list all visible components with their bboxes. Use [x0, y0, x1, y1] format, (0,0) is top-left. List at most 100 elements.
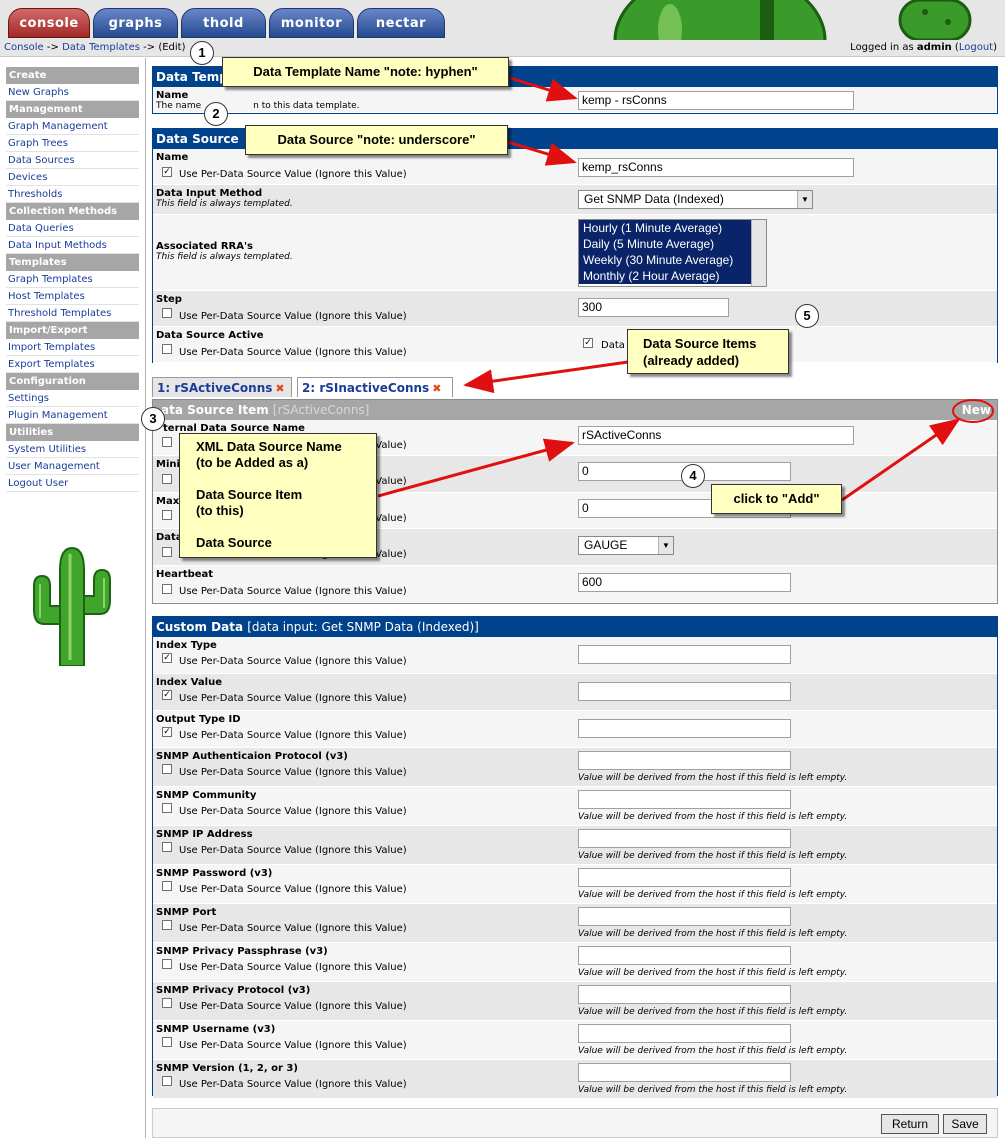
- cactus-banner-logo: [610, 0, 1005, 40]
- ds-type-checkbox[interactable]: [162, 547, 172, 557]
- sidebar-item-logout-user[interactable]: Logout User: [6, 475, 139, 492]
- tab-nectar[interactable]: nectar: [357, 8, 445, 38]
- sidebar-item-export-templates[interactable]: Export Templates: [6, 356, 139, 373]
- custom-field-input[interactable]: [578, 790, 791, 809]
- chevron-down-icon: ▼: [658, 537, 673, 554]
- custom-field-input[interactable]: [578, 985, 791, 1004]
- custom-field-checkbox[interactable]: [162, 1037, 172, 1047]
- custom-field-checkbox[interactable]: [162, 959, 172, 969]
- custom-field-checkbox[interactable]: [162, 920, 172, 930]
- custom-field-input[interactable]: [578, 719, 791, 738]
- custom-row-index-value: Index Value ✓ Use Per-Data Source Value (I…: [153, 674, 997, 711]
- sidebar-item-settings[interactable]: Settings: [6, 390, 139, 407]
- sidebar-item-graph-trees[interactable]: Graph Trees: [6, 135, 139, 152]
- rra-option[interactable]: Monthly (2 Hour Average): [579, 268, 751, 284]
- ds-input-method-select[interactable]: Get SNMP Data (Indexed) ▼: [578, 190, 813, 209]
- custom-row-snmp-port: SNMP Port Use Per-Data Source Value (Igno…: [153, 904, 997, 943]
- ds-step-input[interactable]: 300: [578, 298, 729, 317]
- ds-type-select[interactable]: GAUGE ▼: [578, 536, 674, 555]
- heartbeat-input[interactable]: 600: [578, 573, 791, 592]
- custom-field-checkbox[interactable]: [162, 803, 172, 813]
- custom-field-checkbox[interactable]: ✓: [162, 727, 172, 737]
- custom-field-checkbox[interactable]: [162, 764, 172, 774]
- custom-field-input[interactable]: [578, 907, 791, 926]
- custom-field-input[interactable]: [578, 751, 791, 770]
- custom-field-checkbox[interactable]: ✓: [162, 690, 172, 700]
- custom-row-output-type-id: Output Type ID ✓ Use Per-Data Source Value…: [153, 711, 997, 748]
- custom-field-input[interactable]: [578, 829, 791, 848]
- custom-row-snmp-privacy-passphrase-v3: SNMP Privacy Passphrase (v3) Use Per-Data…: [153, 943, 997, 982]
- sidebar-item-import-templates[interactable]: Import Templates: [6, 339, 139, 356]
- custom-field-input[interactable]: [578, 1063, 791, 1082]
- rra-option[interactable]: Hourly (1 Minute Average): [579, 220, 751, 236]
- ds-active-checkbox[interactable]: [162, 344, 172, 354]
- tab-console[interactable]: console: [8, 8, 90, 38]
- custom-field-label: Output Type ID: [156, 714, 241, 725]
- ds-item-tab-2[interactable]: 2: rSInactiveConns ✖: [297, 377, 453, 397]
- breadcrumb-console-link[interactable]: Console: [4, 42, 44, 53]
- logout-paren: (: [951, 42, 959, 53]
- custom-field-input[interactable]: [578, 868, 791, 887]
- sidebar-item-graph-templates[interactable]: Graph Templates: [6, 271, 139, 288]
- custom-field-input[interactable]: [578, 645, 791, 664]
- ds-item-tab-1[interactable]: 1: rSActiveConns ✖: [152, 377, 292, 397]
- tab-monitor[interactable]: monitor: [269, 8, 354, 38]
- tab-graphs[interactable]: graphs: [93, 8, 178, 38]
- heartbeat-checkbox[interactable]: [162, 584, 172, 594]
- custom-row-snmp-authenticaion-protocol-v3: SNMP Authenticaion Protocol (v3) Use Per-…: [153, 748, 997, 787]
- delete-icon[interactable]: ✖: [275, 382, 284, 395]
- custom-field-input[interactable]: [578, 682, 791, 701]
- custom-field-input[interactable]: [578, 946, 791, 965]
- ds-name-checkbox[interactable]: ✓: [162, 167, 172, 177]
- ds-active-value-checkbox[interactable]: ✓: [583, 338, 593, 348]
- sidebar-item-thresholds[interactable]: Thresholds: [6, 186, 139, 203]
- callout-xml-line4: (to this): [196, 503, 244, 518]
- custom-field-input[interactable]: [578, 1024, 791, 1043]
- callout-xml-line2: (to be Added as a): [196, 455, 309, 470]
- sidebar-item-data-queries[interactable]: Data Queries: [6, 220, 139, 237]
- internal-name-checkbox[interactable]: [162, 437, 172, 447]
- internal-name-input[interactable]: rSActiveConns: [578, 426, 854, 445]
- per-ds-text: Use Per-Data Source Value (Ignore this V…: [179, 923, 407, 934]
- maximum-checkbox[interactable]: [162, 510, 172, 520]
- custom-field-checkbox[interactable]: ✓: [162, 653, 172, 663]
- custom-field-label: Index Value: [156, 677, 222, 688]
- sidebar-item-devices[interactable]: Devices: [6, 169, 139, 186]
- ds-item-header-sub: [rSActiveConns]: [272, 403, 370, 417]
- listbox-scrollbar[interactable]: [751, 220, 766, 286]
- rra-option[interactable]: Daily (5 Minute Average): [579, 236, 751, 252]
- sidebar-item-system-utilities[interactable]: System Utilities: [6, 441, 139, 458]
- custom-field-label: SNMP Authenticaion Protocol (v3): [156, 751, 348, 762]
- custom-field-checkbox[interactable]: [162, 1076, 172, 1086]
- rra-option[interactable]: Weekly (30 Minute Average): [579, 252, 751, 268]
- breadcrumb-separator: ->: [139, 42, 159, 53]
- delete-icon[interactable]: ✖: [432, 382, 441, 395]
- minimum-checkbox[interactable]: [162, 474, 172, 484]
- save-button[interactable]: Save: [943, 1114, 987, 1134]
- sidebar-item-data-sources[interactable]: Data Sources: [6, 152, 139, 169]
- ds-step-label: Step: [156, 294, 182, 305]
- ds-rra-label: Associated RRA's: [156, 241, 253, 252]
- logout-link[interactable]: Logout: [959, 42, 993, 53]
- sidebar-item-user-management[interactable]: User Management: [6, 458, 139, 475]
- sidebar-item-plugin-management[interactable]: Plugin Management: [6, 407, 139, 424]
- return-button[interactable]: Return: [881, 1114, 939, 1134]
- ds-rra-listbox[interactable]: Hourly (1 Minute Average) Daily (5 Minut…: [578, 219, 767, 287]
- sidebar-item-host-templates[interactable]: Host Templates: [6, 288, 139, 305]
- new-item-link[interactable]: New: [962, 400, 991, 420]
- breadcrumb-current: (Edit): [158, 42, 186, 53]
- custom-field-checkbox[interactable]: [162, 881, 172, 891]
- custom-row-snmp-ip-address: SNMP IP Address Use Per-Data Source Value…: [153, 826, 997, 865]
- template-name-input[interactable]: kemp - rsConns: [578, 91, 854, 110]
- custom-field-checkbox[interactable]: [162, 842, 172, 852]
- sidebar-item-new-graphs[interactable]: New Graphs: [6, 84, 139, 101]
- ds-step-checkbox[interactable]: [162, 308, 172, 318]
- sidebar-item-data-input-methods[interactable]: Data Input Methods: [6, 237, 139, 254]
- sidebar-item-graph-management[interactable]: Graph Management: [6, 118, 139, 135]
- ds-name-input[interactable]: kemp_rsConns: [578, 158, 854, 177]
- custom-row-snmp-community: SNMP Community Use Per-Data Source Value …: [153, 787, 997, 826]
- custom-field-checkbox[interactable]: [162, 998, 172, 1008]
- breadcrumb-data-templates-link[interactable]: Data Templates: [62, 42, 140, 53]
- sidebar-item-threshold-templates[interactable]: Threshold Templates: [6, 305, 139, 322]
- tab-thold[interactable]: thold: [181, 8, 266, 38]
